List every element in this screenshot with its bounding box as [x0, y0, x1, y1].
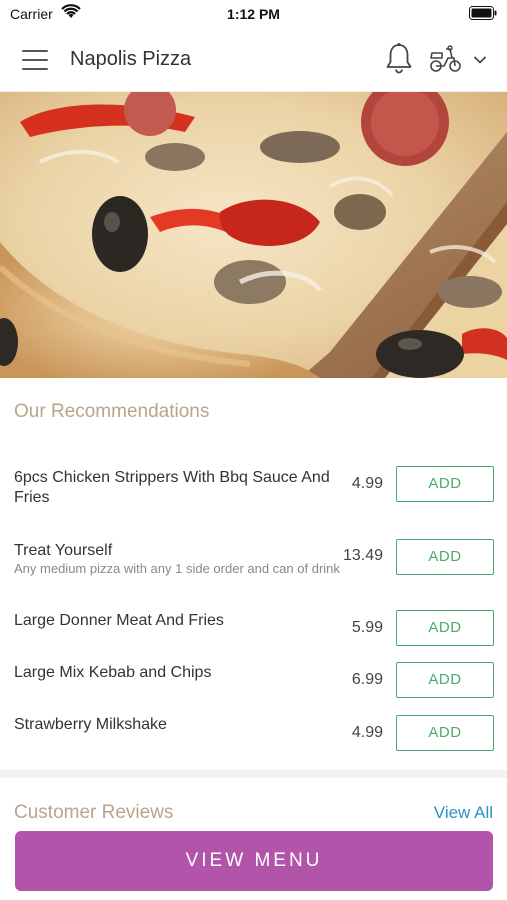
- item-name: Large Mix Kebab and Chips: [14, 664, 212, 681]
- recommendations-title: Our Recommendations: [14, 401, 210, 422]
- add-button[interactable]: ADD: [396, 715, 494, 751]
- hero-pizza-image: [0, 92, 507, 378]
- item-price: 13.49: [342, 547, 383, 564]
- add-button[interactable]: ADD: [396, 610, 494, 646]
- scooter-icon[interactable]: [428, 44, 464, 74]
- bell-icon[interactable]: [384, 42, 414, 76]
- item-price: 6.99: [351, 671, 383, 688]
- item-name: Treat Yourself: [14, 542, 113, 559]
- pizza-photo: [0, 92, 507, 378]
- page-title: Napolis Pizza: [70, 48, 192, 70]
- item-price: 4.99: [351, 475, 383, 492]
- view-menu-button[interactable]: VIEW MENU: [15, 831, 493, 891]
- item-price: 5.99: [351, 619, 383, 636]
- add-button[interactable]: ADD: [396, 539, 494, 575]
- chevron-down-icon[interactable]: [470, 50, 490, 70]
- add-button[interactable]: ADD: [396, 466, 494, 502]
- item-price: 4.99: [351, 724, 383, 741]
- section-divider: [0, 770, 507, 778]
- view-all-link[interactable]: View All: [434, 803, 493, 823]
- reviews-title: Customer Reviews: [14, 802, 174, 823]
- status-time: 1:12 PM: [227, 6, 280, 22]
- app-header: Napolis Pizza: [0, 28, 507, 92]
- battery-icon: [469, 6, 497, 25]
- item-description: Any medium pizza with any 1 side order a…: [14, 561, 340, 576]
- add-button[interactable]: ADD: [396, 662, 494, 698]
- item-name: Large Donner Meat And Fries: [14, 612, 224, 629]
- menu-icon[interactable]: [20, 47, 50, 73]
- item-name: Strawberry Milkshake: [14, 716, 167, 733]
- status-bar: Carrier 1:12 PM: [0, 0, 507, 28]
- item-name: 6pcs Chicken Strippers With Bbq Sauce An…: [14, 469, 330, 506]
